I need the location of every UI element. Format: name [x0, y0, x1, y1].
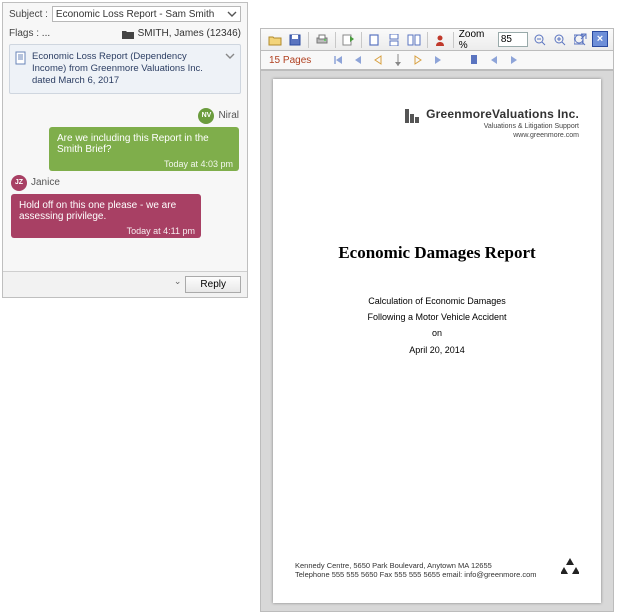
forward-button[interactable]	[507, 53, 521, 67]
reply-button[interactable]: Reply	[185, 276, 241, 293]
footer-line: Kennedy Centre, 5650 Park Boulevard, Any…	[295, 561, 579, 570]
message-time: Today at 4:11 pm	[127, 226, 195, 236]
separator	[335, 32, 336, 48]
subject-dropdown[interactable]: Economic Loss Report - Sam Smith	[52, 6, 241, 22]
message-panel: Subject : Economic Loss Report - Sam Smi…	[2, 2, 248, 298]
person-icon[interactable]	[433, 32, 448, 48]
print-button[interactable]	[314, 32, 330, 48]
zoom-input[interactable]	[498, 32, 528, 47]
document-icon	[15, 51, 27, 65]
prev-mark-button[interactable]	[371, 53, 385, 67]
doc-line: on	[295, 325, 579, 341]
footer-mark-icon	[561, 558, 579, 579]
document-page: GreenmoreValuations Inc. Valuations & Li…	[273, 79, 601, 603]
attachment-item[interactable]: Economic Loss Report (Dependency Income)…	[9, 44, 241, 94]
message-text: Hold off on this one please - we are ass…	[19, 200, 176, 222]
document-footer: Kennedy Centre, 5650 Park Boulevard, Any…	[295, 561, 579, 579]
sender-name: Janice	[31, 177, 60, 188]
open-button[interactable]	[267, 32, 283, 48]
footer-line: Telephone 555 555 5650 Fax 555 555 5655 …	[295, 570, 579, 579]
save-button[interactable]	[288, 32, 303, 48]
message-thread: NV Niral Are we including this Report in…	[3, 100, 247, 271]
page-slider-icon[interactable]	[391, 53, 405, 67]
avatar: JZ	[11, 175, 27, 191]
logo-bars-icon	[405, 109, 419, 123]
chevron-down-icon[interactable]	[225, 51, 235, 61]
viewer-toolbar-right: ×	[566, 28, 614, 50]
next-mark-button[interactable]	[411, 53, 425, 67]
doc-line: Following a Motor Vehicle Accident	[295, 309, 579, 325]
page-count: 15 Pages	[269, 55, 311, 66]
document-subtitle: Calculation of Economic Damages Followin…	[295, 293, 579, 358]
message-header: JZ Janice	[11, 175, 239, 191]
avatar: NV	[198, 108, 214, 124]
panel-footer: ⌄ Reply	[3, 271, 247, 297]
prev-page-button[interactable]	[351, 53, 365, 67]
document-viewport[interactable]: GreenmoreValuations Inc. Valuations & Li…	[260, 70, 614, 612]
subject-label: Subject :	[9, 9, 48, 20]
message-bubble: Hold off on this one please - we are ass…	[11, 194, 201, 238]
chevron-down-icon	[227, 9, 237, 19]
message-text: Are we including this Report in the Smit…	[57, 133, 209, 155]
doc-line: Calculation of Economic Damages	[295, 293, 579, 309]
layout-continuous-button[interactable]	[386, 32, 401, 48]
message-time: Today at 4:03 pm	[164, 159, 233, 169]
separator	[308, 32, 309, 48]
owner-name: SMITH, James (12346)	[138, 28, 241, 39]
attachment-label: Economic Loss Report (Dependency Income)…	[32, 51, 203, 86]
message-bubble: Are we including this Report in the Smit…	[49, 127, 239, 171]
bookmark-prev-button[interactable]	[467, 53, 481, 67]
separator	[427, 32, 428, 48]
company-logo: GreenmoreValuations Inc. Valuations & Li…	[405, 105, 579, 139]
viewer-toolbar: Zoom %	[260, 28, 614, 50]
folder-icon	[122, 29, 134, 39]
document-title: Economic Damages Report	[295, 243, 579, 263]
company-tagline: Valuations & Litigation Support	[405, 123, 579, 130]
message-header: NV Niral	[11, 108, 239, 124]
back-button[interactable]	[487, 53, 501, 67]
flags-label: Flags :	[9, 28, 39, 39]
zoom-label: Zoom %	[459, 29, 493, 51]
export-button[interactable]	[341, 32, 356, 48]
doc-line: April 20, 2014	[295, 342, 579, 358]
flags-value: ...	[42, 28, 50, 39]
pages-bar: 15 Pages	[260, 50, 614, 70]
flags-row: Flags : ... SMITH, James (12346)	[3, 25, 247, 42]
company-name: GreenmoreValuations Inc.	[426, 107, 579, 121]
scroll-indicator-icon: ⌄	[174, 276, 182, 293]
subject-row: Subject : Economic Loss Report - Sam Smi…	[3, 3, 247, 25]
layout-single-button[interactable]	[367, 32, 382, 48]
sender-name: Niral	[218, 110, 239, 121]
separator	[361, 32, 362, 48]
layout-facing-button[interactable]	[406, 32, 422, 48]
company-url: www.greenmore.com	[405, 132, 579, 139]
zoom-out-button[interactable]	[533, 32, 548, 48]
popout-button[interactable]	[572, 31, 588, 47]
next-page-button[interactable]	[431, 53, 445, 67]
close-panel-button[interactable]: ×	[592, 31, 608, 47]
first-page-button[interactable]	[331, 53, 345, 67]
subject-value: Economic Loss Report - Sam Smith	[56, 9, 214, 20]
separator	[453, 32, 454, 48]
